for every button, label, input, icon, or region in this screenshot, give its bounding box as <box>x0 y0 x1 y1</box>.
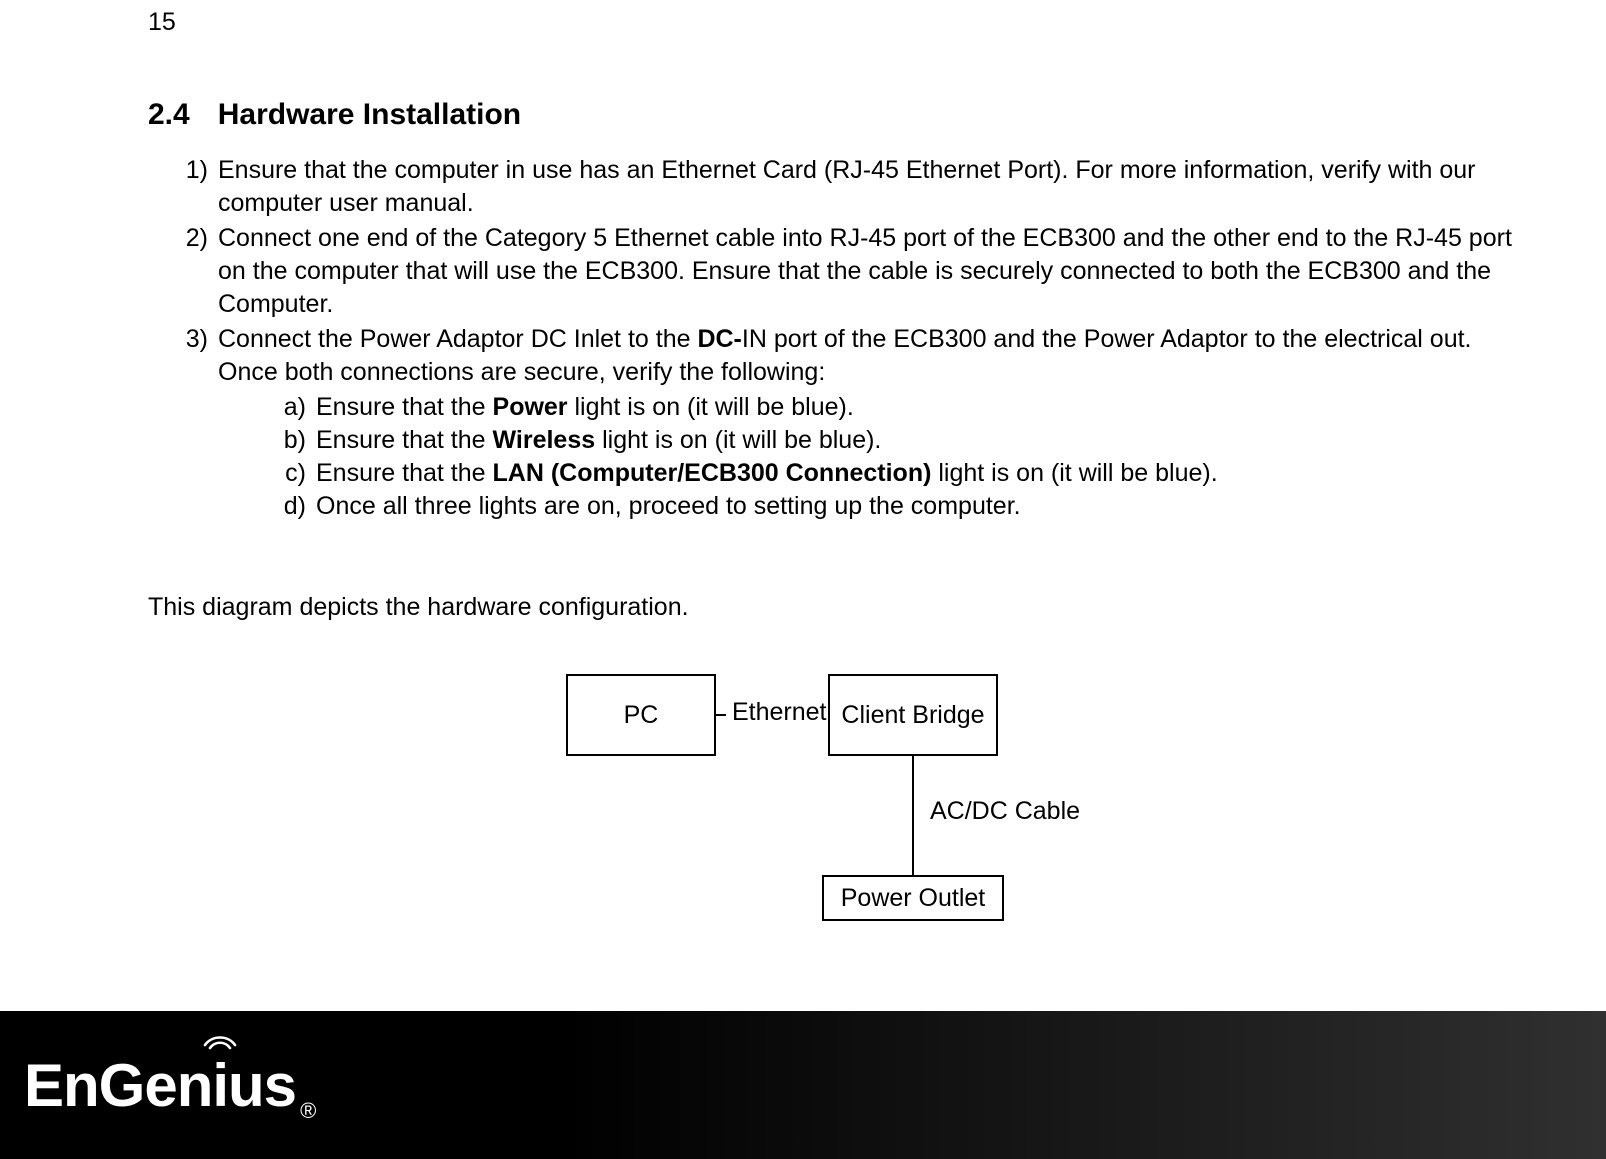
section-number: 2.4 <box>148 98 190 131</box>
page-footer: EnGeni us® <box>0 1011 1606 1159</box>
document-page: 15 2.4 Hardware Installation 1) Ensure th… <box>0 0 1606 1159</box>
section-heading: 2.4 Hardware Installation <box>148 98 1528 132</box>
substep-marker: d) <box>272 490 306 523</box>
diagram-line-acdc <box>912 756 914 875</box>
hardware-diagram: PC Ethernet Client Bridge AC/DC Cable Po… <box>148 662 1528 1022</box>
step-1: 1) Ensure that the computer in use has a… <box>168 154 1528 220</box>
substep-a: a) Ensure that the Power light is on (it… <box>272 391 1528 424</box>
substep-text: Once all three lights are on, proceed to… <box>316 492 1021 520</box>
substep-d: d) Once all three lights are on, proceed… <box>272 490 1528 523</box>
diagram-label-acdc: AC/DC Cable <box>924 797 1086 826</box>
step-text: Connect the Power Adaptor DC Inlet to th… <box>218 325 1472 386</box>
diagram-box-client-bridge: Client Bridge <box>828 674 998 756</box>
step-2: 2) Connect one end of the Category 5 Eth… <box>168 222 1528 321</box>
substep-marker: a) <box>272 391 306 424</box>
step-3: 3) Connect the Power Adaptor DC Inlet to… <box>168 323 1528 523</box>
substep-text: Ensure that the Wireless light is on (it… <box>316 426 881 454</box>
step-marker: 2) <box>168 222 208 255</box>
substep-marker: b) <box>272 424 306 457</box>
registered-mark: ® <box>300 1098 316 1124</box>
substep-text: Ensure that the LAN (Computer/ECB300 Con… <box>316 459 1218 487</box>
page-content: 2.4 Hardware Installation 1) Ensure that … <box>148 98 1528 1022</box>
substep-b: b) Ensure that the Wireless light is on … <box>272 424 1528 457</box>
logo-text: EnGeni us <box>24 1051 296 1120</box>
diagram-box-power-outlet: Power Outlet <box>822 875 1004 921</box>
instruction-list: 1) Ensure that the computer in use has a… <box>148 154 1528 523</box>
section-title: Hardware Installation <box>218 98 521 131</box>
step-marker: 3) <box>168 323 208 356</box>
engenius-logo: EnGeni us® <box>24 1051 316 1120</box>
wifi-icon <box>203 1029 237 1051</box>
step-text: Connect one end of the Category 5 Ethern… <box>218 224 1512 318</box>
page-number: 15 <box>148 8 176 37</box>
diagram-caption: This diagram depicts the hardware config… <box>148 593 1528 622</box>
step-text: Ensure that the computer in use has an E… <box>218 156 1476 217</box>
substep-c: c) Ensure that the LAN (Computer/ECB300 … <box>272 457 1528 490</box>
substep-list: a) Ensure that the Power light is on (it… <box>218 391 1528 523</box>
diagram-label-ethernet: Ethernet <box>726 698 833 727</box>
substep-text: Ensure that the Power light is on (it wi… <box>316 393 854 421</box>
diagram-box-pc: PC <box>566 674 716 756</box>
step-marker: 1) <box>168 154 208 187</box>
substep-marker: c) <box>272 457 306 490</box>
